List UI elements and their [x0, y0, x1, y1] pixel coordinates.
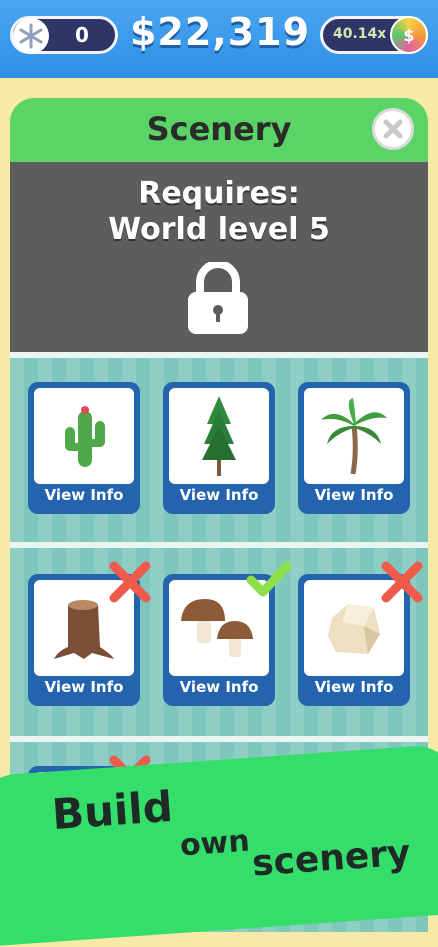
- top-bar: 0 $22,319 40.14x $: [0, 0, 438, 78]
- x-mark-icon: [381, 561, 423, 603]
- banner-line-1: Build: [50, 781, 175, 840]
- multiplier-value: 40.14x: [333, 26, 387, 42]
- close-button[interactable]: [372, 108, 414, 150]
- view-info-label: View Info: [179, 678, 259, 696]
- x-mark-icon: [109, 561, 151, 603]
- item-image: [304, 388, 404, 484]
- multiplier-counter[interactable]: 40.14x $: [320, 16, 428, 54]
- item-image: [34, 388, 134, 484]
- row-divider: [10, 736, 428, 742]
- coin-orb-icon: $: [390, 16, 428, 54]
- tree-stump-icon: [54, 600, 114, 659]
- item-card-cactus[interactable]: View Info: [28, 382, 140, 514]
- view-info-label: View Info: [179, 486, 259, 504]
- item-card-palm-tree[interactable]: View Info: [298, 382, 410, 514]
- row-divider: [10, 352, 428, 358]
- cactus-icon: [65, 406, 105, 467]
- pine-tree-icon: [202, 396, 236, 476]
- check-mark-icon: [246, 561, 292, 597]
- gem-counter[interactable]: 0: [10, 16, 118, 54]
- mushrooms-icon: [181, 599, 253, 657]
- gem-count: 0: [75, 23, 89, 47]
- view-info-label: View Info: [314, 486, 394, 504]
- view-info-label: View Info: [44, 486, 124, 504]
- padlock-icon: [188, 262, 248, 334]
- locked-section: Requires: World level 5: [10, 162, 428, 352]
- money-total: $22,319: [129, 10, 311, 54]
- item-image: [169, 388, 269, 484]
- item-card-pine-tree[interactable]: View Info: [163, 382, 275, 514]
- view-info-label: View Info: [44, 678, 124, 696]
- view-info-label: View Info: [314, 678, 394, 696]
- banner-line-2: own: [178, 823, 251, 864]
- close-icon: [383, 119, 403, 139]
- rock-icon: [328, 604, 380, 654]
- row-divider: [10, 542, 428, 548]
- requirement-label: Requires:: [138, 176, 300, 211]
- snowflake-icon: [13, 18, 49, 54]
- requirement-level: World level 5: [108, 212, 330, 247]
- coin-orb-symbol: $: [403, 25, 415, 45]
- palm-tree-icon: [321, 398, 387, 475]
- panel-title: Scenery: [146, 110, 292, 148]
